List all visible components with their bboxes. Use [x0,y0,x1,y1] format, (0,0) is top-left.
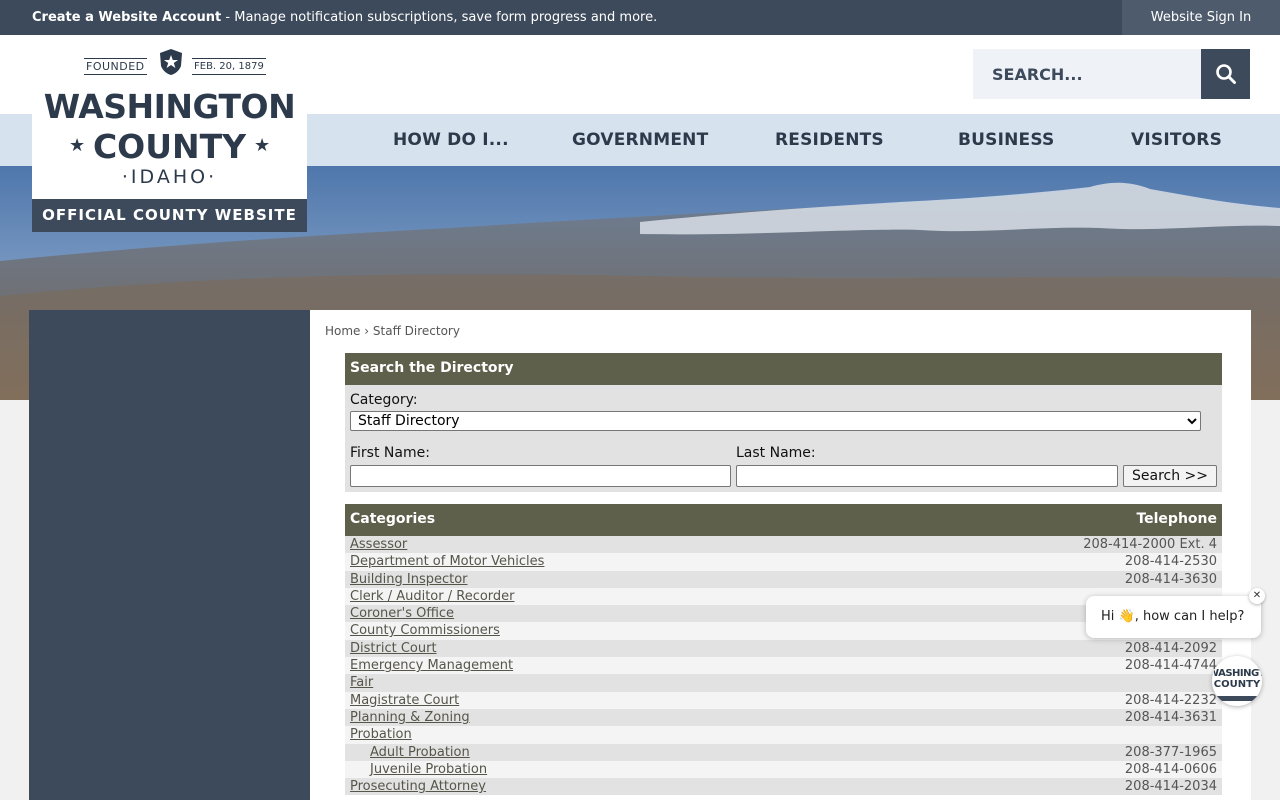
categories-list: Assessor 208-414-2000 Ext. 4 Department of… [345,536,1222,796]
county-logo[interactable]: FOUNDED FEB. 20, 1879 WASHINGTON ★ COUNT… [32,35,307,232]
category-link[interactable]: Coroner's Office [350,605,454,622]
category-link[interactable]: Department of Motor Vehicles [350,553,544,570]
telephone-value: 208-377-1965 [1124,744,1217,760]
chat-greeting-bubble[interactable]: Hi 👋, how can I help? [1086,596,1261,638]
close-icon[interactable]: ✕ [1249,588,1265,604]
telephone-value: 208-414-2530 [1124,554,1217,570]
create-account-link[interactable]: Create a Website Account [32,10,221,25]
first-name-label: First Name: [350,445,430,461]
search-input[interactable] [973,49,1201,99]
last-name-label: Last Name: [736,445,816,461]
table-row: Assessor 208-414-2000 Ext. 4 [345,536,1222,554]
table-row: Planning & Zoning 208-414-3631 [345,708,1222,727]
first-name-input[interactable] [350,465,731,487]
nav-how-do-i[interactable]: HOW DO I... [393,114,509,166]
logo-founded: FOUNDED [84,58,147,75]
table-row: Emergency Management 208-414-4744 [345,657,1222,675]
telephone-value: 208-414-0606 [1124,761,1217,777]
star-icon: ★ [254,135,271,156]
avatar-banner [1217,696,1257,701]
breadcrumb: Home › Staff Directory [325,324,460,338]
category-link[interactable]: Probation [350,726,412,743]
table-row: Prosecuting Attorney 208-414-2034 [345,778,1222,796]
shield-star-icon [160,49,182,75]
logo-idaho: ·IDAHO· [121,166,218,188]
table-row: Fair [345,674,1222,692]
category-link[interactable]: Magistrate Court [350,692,459,709]
category-link[interactable]: Juvenile Probation [370,761,487,778]
telephone-value: 208-414-2034 [1124,779,1217,795]
avatar-county: COUNTY [1213,679,1261,690]
telephone-value: 208-414-4744 [1124,658,1217,674]
category-link[interactable]: Building Inspector [350,571,468,588]
breadcrumb-home[interactable]: Home [325,324,360,338]
table-row: Adult Probation 208-377-1965 [345,743,1222,761]
telephone-value: 208-414-2092 [1124,640,1217,656]
search-icon [1215,64,1236,84]
logo-tagline: OFFICIAL COUNTY WEBSITE [32,199,307,232]
breadcrumb-separator: › [364,324,370,338]
breadcrumb-current: Staff Directory [372,324,460,338]
account-notice: Create a Website Account - Manage notifi… [32,10,657,25]
categories-column-header: Categories [350,511,436,527]
main-content: Home › Staff Directory Search the Direct… [310,310,1251,800]
logo-washington: WASHINGTON [43,87,296,126]
telephone-value: 208-414-2232 [1124,692,1217,708]
search-form [973,49,1250,99]
nav-business[interactable]: BUSINESS [958,114,1055,166]
logo-date: FEB. 20, 1879 [192,58,266,75]
table-row: Building Inspector 208-414-3630 [345,570,1222,588]
chatbot-avatar[interactable]: WASHINGTON COUNTY [1212,656,1262,706]
table-row: District Court 208-414-2092 [345,639,1222,658]
telephone-column-header: Telephone [1136,511,1217,527]
telephone-value: 208-414-2000 Ext. 4 [1083,537,1217,552]
table-row: Magistrate Court 208-414-2232 [345,691,1222,709]
table-row: Probation [345,726,1222,744]
directory-search-button[interactable]: Search >> [1123,465,1217,487]
avatar-washington: WASHINGTON [1212,668,1262,679]
telephone-value: 208-414-3631 [1124,709,1217,725]
search-button[interactable] [1201,49,1250,99]
directory-search-panel: Search the Directory Category: Staff Dir… [345,353,1222,492]
category-link[interactable]: Emergency Management [350,657,513,674]
nav-visitors[interactable]: VISITORS [1131,114,1222,166]
category-link[interactable]: Planning & Zoning [350,709,470,726]
category-link[interactable]: Clerk / Auditor / Recorder [350,588,515,605]
categories-table: Categories Telephone Assessor 208-414-200… [345,504,1222,796]
category-link[interactable]: Assessor [350,536,407,553]
last-name-input[interactable] [736,465,1118,487]
account-description: - Manage notification subscriptions, sav… [221,10,658,25]
telephone-value: 208-414-3630 [1124,571,1217,587]
category-link[interactable]: County Commissioners [350,622,500,639]
nav-government[interactable]: GOVERNMENT [572,114,708,166]
table-row: Juvenile Probation 208-414-0606 [345,760,1222,779]
directory-search-title: Search the Directory [345,353,1222,385]
nav-residents[interactable]: RESIDENTS [775,114,884,166]
category-label: Category: [350,392,418,408]
category-link[interactable]: District Court [350,640,437,657]
sign-in-button[interactable]: Website Sign In [1122,0,1280,35]
left-sidebar [29,310,310,800]
category-select[interactable]: Staff Directory [350,411,1201,431]
category-link[interactable]: Prosecuting Attorney [350,778,486,795]
account-bar: Create a Website Account - Manage notifi… [0,0,1280,35]
table-row: Department of Motor Vehicles 208-414-2530 [345,553,1222,571]
categories-header: Categories Telephone [345,504,1222,536]
category-link[interactable]: Fair [350,674,373,691]
category-link[interactable]: Adult Probation [370,744,470,761]
